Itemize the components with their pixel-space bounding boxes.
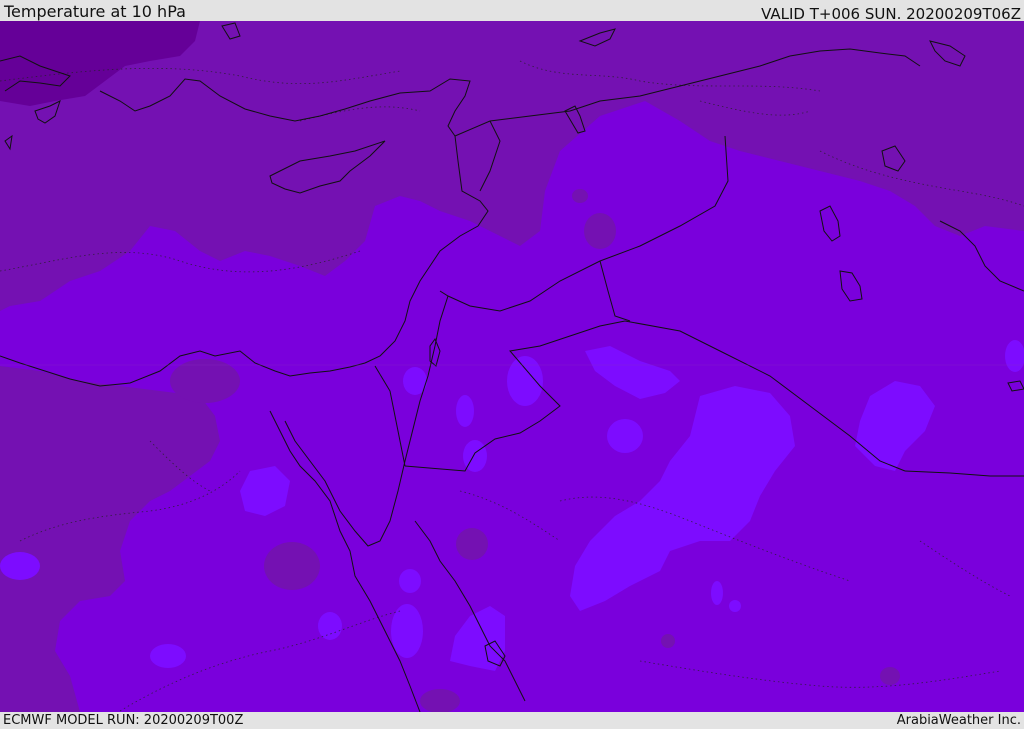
temperature-blob-darker	[880, 667, 900, 685]
temperature-blob-lighter	[0, 552, 40, 580]
temperature-blob-lighter	[729, 600, 741, 612]
temperature-blob-lighter	[711, 581, 723, 605]
temperature-blob-lighter	[399, 569, 421, 593]
weather-map[interactable]	[0, 21, 1024, 712]
map-title: Temperature at 10 hPa	[4, 2, 186, 21]
footer-bar: ECMWF MODEL RUN: 20200209T00Z ArabiaWeat…	[0, 712, 1024, 729]
temperature-blob-darker	[456, 528, 488, 560]
credit-label: ArabiaWeather Inc.	[896, 713, 1021, 728]
temperature-blob-darker	[661, 634, 675, 648]
temperature-blob-lighter	[150, 644, 186, 668]
temperature-blob-darker	[572, 189, 588, 203]
temperature-blob-darker	[264, 542, 320, 590]
temperature-blob-lighter	[318, 612, 342, 640]
temperature-blob-lighter	[456, 395, 474, 427]
temperature-blob-lighter	[607, 419, 643, 453]
header-bar: Temperature at 10 hPa VALID T+006 SUN. 2…	[0, 0, 1024, 23]
model-run-label: ECMWF MODEL RUN: 20200209T00Z	[3, 713, 244, 728]
temperature-blob-darker	[170, 359, 240, 403]
temperature-blob-darker	[584, 213, 616, 249]
temperature-blob-lighter	[507, 356, 543, 406]
temperature-blob-darker	[420, 689, 460, 712]
temperature-blob-lighter	[391, 604, 423, 658]
map-canvas	[0, 21, 1024, 712]
